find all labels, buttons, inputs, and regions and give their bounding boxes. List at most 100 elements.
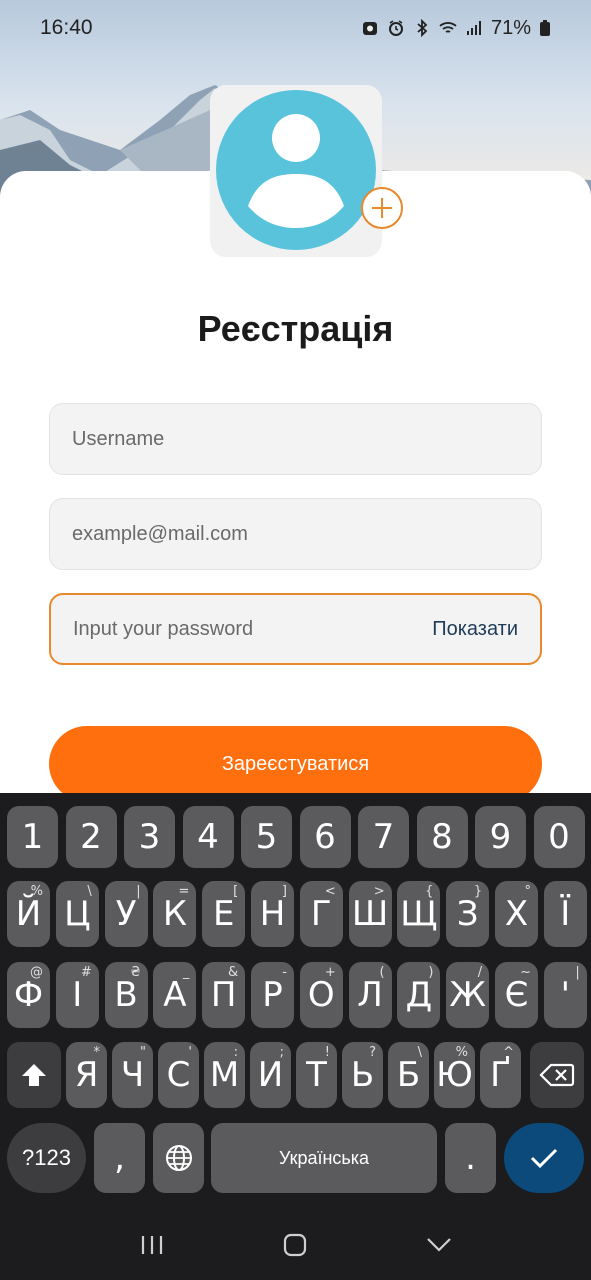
key-secondary-label: ~ [520,965,531,980]
key-letter[interactable]: О + [299,962,343,1028]
key-letter[interactable]: Л( [348,962,392,1028]
key-letter[interactable]: Е[ [202,881,246,947]
key-8[interactable]: 8 [416,806,468,868]
key-letter[interactable]: І # [55,962,99,1028]
key-letter[interactable]: Є ~ [495,962,538,1028]
plus-icon [372,198,392,218]
key-1[interactable]: 1 [7,806,58,868]
show-password-button[interactable]: Показати [432,618,518,641]
key-label: Ж [449,975,486,1015]
key-3[interactable]: 3 [124,806,175,868]
key-label: Е [212,894,235,934]
period-key[interactable]: . [445,1123,496,1193]
key-letter[interactable]: Д) [397,962,441,1028]
backspace-icon [539,1063,575,1087]
key-secondary-label: : [233,1045,238,1060]
key-letter[interactable]: Т! [296,1042,337,1108]
enter-key[interactable] [504,1123,584,1193]
key-letter[interactable]: Г < [299,881,343,947]
key-5[interactable]: 5 [241,806,292,868]
key-secondary-label: ] [281,884,287,899]
key-label: 3 [138,817,161,857]
key-letter[interactable]: Я * [66,1042,107,1108]
key-secondary-label: % [455,1045,468,1060]
key-label: Я [74,1055,99,1095]
key-letter[interactable]: Х ° [495,881,538,947]
key-letter[interactable]: Н] [251,881,294,947]
key-letter[interactable]: Ч " [112,1042,153,1108]
key-secondary-label: ^ [503,1045,514,1060]
password-input[interactable] [73,617,423,641]
space-key-label: Українська [278,1147,370,1168]
key-letter[interactable]: М: [204,1042,245,1108]
key-label: П [210,975,237,1015]
key-9[interactable]: 9 [475,806,526,868]
language-key[interactable] [153,1123,204,1193]
key-letter[interactable]: Ф @ [7,962,50,1028]
key-secondary-label: = [178,884,190,899]
key-letter[interactable]: Ю% [434,1042,475,1108]
space-key[interactable]: Українська [211,1123,437,1193]
key-letter[interactable]: Й% [7,881,50,947]
key-letter[interactable]: Р- [251,962,294,1028]
key-letter[interactable]: И; [250,1042,291,1108]
avatar-placeholder-icon[interactable] [216,90,376,250]
key-letter[interactable]: С ' [158,1042,199,1108]
key-6[interactable]: 6 [299,806,351,868]
key-label: Р [262,975,283,1015]
key-label: Ь [350,1055,375,1095]
key-letter[interactable]: Ш > [348,881,392,947]
key-label: Є [504,975,529,1015]
username-field[interactable] [49,403,542,475]
key-7[interactable]: 7 [358,806,409,868]
key-letter[interactable]: Ї [543,881,587,947]
key-letter[interactable]: В ₴ [104,962,148,1028]
key-letter[interactable]: Ж / [446,962,490,1028]
key-2[interactable]: 2 [65,806,117,868]
key-secondary-label: - [282,965,287,980]
key-secondary-label: ° [524,884,532,899]
wifi-icon [439,22,457,33]
symbols-key[interactable]: ?123 [7,1123,86,1193]
key-secondary-label: > [373,884,385,899]
key-letter[interactable]: З} [446,881,490,947]
key-letter[interactable]: Ь? [342,1042,383,1108]
backspace-key[interactable] [530,1042,584,1108]
key-4[interactable]: 4 [182,806,234,868]
key-label: ' [560,975,570,1015]
back-button[interactable] [409,1220,469,1270]
key-letter[interactable]: Ґ ^ [480,1042,521,1108]
add-photo-button[interactable] [361,187,403,229]
key-letter[interactable]: ' | [543,962,587,1028]
key-label: Ґ [490,1055,511,1095]
key-letter[interactable]: А _ [153,962,197,1028]
key-label: О [307,975,335,1015]
key-label: Щ [400,894,438,934]
key-secondary-label: } [473,884,483,899]
on-screen-keyboard: 1 2 3 4 5 6 7 8 9 0 Й% Ц \ У | К = Е[Н] Г < Ш > Щ{З} Х ° Ї Ф @ І # В ₴ А… [0,793,591,1280]
key-secondary-label: ' [188,1045,192,1060]
username-input[interactable] [72,427,519,451]
key-0[interactable]: 0 [533,806,585,868]
recent-apps-icon [141,1236,162,1254]
shift-key[interactable] [7,1042,61,1108]
key-secondary-label: / [477,965,483,980]
key-label: І [72,975,83,1015]
key-letter[interactable]: У | [104,881,148,947]
key-letter[interactable]: Б \ [388,1042,429,1108]
key-label: Л [357,975,383,1015]
home-button[interactable] [265,1220,325,1270]
home-icon [284,1233,307,1257]
key-letter[interactable]: К = [153,881,197,947]
password-field[interactable]: Показати [49,593,542,665]
email-input[interactable] [72,522,519,546]
key-label: Г [310,894,332,934]
comma-key[interactable]: , [94,1123,145,1193]
key-label: Й [15,894,42,934]
recent-apps-button[interactable] [122,1220,182,1270]
email-field[interactable] [49,498,542,570]
key-letter[interactable]: Щ{ [397,881,441,947]
key-letter[interactable]: П & [202,962,246,1028]
register-button[interactable]: Зареєстуватися [49,726,542,802]
key-letter[interactable]: Ц \ [55,881,99,947]
